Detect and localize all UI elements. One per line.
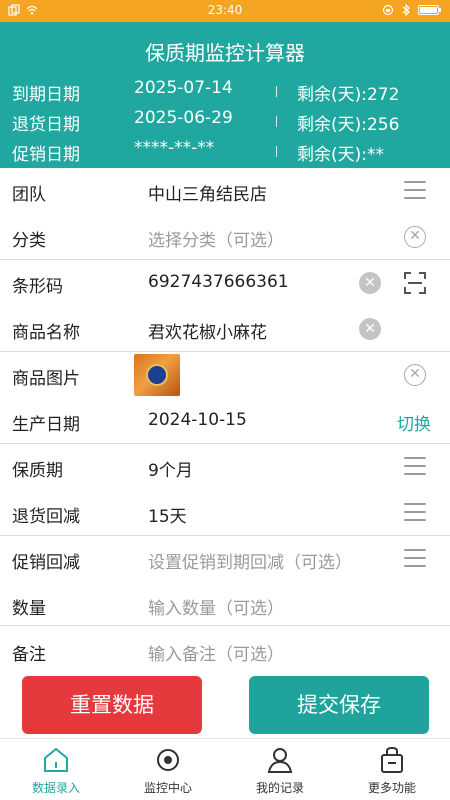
alarm-icon xyxy=(382,4,394,16)
row-separator xyxy=(276,146,277,157)
tab-label: 更多功能 xyxy=(367,781,416,795)
menu-icon[interactable] xyxy=(404,549,426,567)
target-icon xyxy=(157,749,179,771)
return-date-label: 退货日期 xyxy=(12,115,80,135)
menu-icon[interactable] xyxy=(404,181,426,199)
production-date-value[interactable]: 2024-10-15 xyxy=(148,410,247,430)
bluetooth-icon xyxy=(402,4,410,16)
expiry-date-label: 到期日期 xyxy=(12,85,80,105)
return-remaining: 剩余(天):256 xyxy=(297,115,400,135)
save-button[interactable]: 提交保存 xyxy=(249,676,429,734)
tab-label: 监控中心 xyxy=(143,781,192,795)
clear-icon[interactable]: ✕ xyxy=(404,226,426,248)
menu-icon[interactable] xyxy=(404,503,426,521)
battery-icon xyxy=(418,5,441,15)
product-image-row: 商品图片 ✕ xyxy=(0,352,450,398)
row-separator xyxy=(276,116,277,127)
category-label: 分类 xyxy=(12,231,46,251)
production-date-label: 生产日期 xyxy=(12,415,80,435)
barcode-row: 条形码 6927437666361 ✕ xyxy=(0,260,450,306)
remark-row: 备注 输入备注（可选） xyxy=(0,628,450,674)
expiry-remaining: 剩余(天):272 xyxy=(297,85,400,105)
divider xyxy=(0,625,450,626)
quantity-label: 数量 xyxy=(12,599,46,619)
remark-input[interactable]: 输入备注（可选） xyxy=(148,640,284,665)
status-bar: 23:40 xyxy=(0,0,450,22)
menu-icon[interactable] xyxy=(404,457,426,475)
category-select[interactable]: 选择分类（可选） xyxy=(148,226,284,251)
promo-reduce-row[interactable]: 促销回减 设置促销到期回减（可选） xyxy=(0,536,450,582)
bag-icon xyxy=(381,746,403,773)
expiry-date-value: 2025-07-14 xyxy=(134,78,233,98)
production-date-row: 生产日期 2024-10-15 切换 xyxy=(0,398,450,444)
return-date-row: 退货日期 2025-06-29 剩余(天):256 xyxy=(0,108,450,138)
summary-header: 保质期监控计算器 到期日期 2025-07-14 剩余(天):272 退货日期 … xyxy=(0,22,450,168)
team-label: 团队 xyxy=(12,185,46,205)
tab-label: 数据录入 xyxy=(31,781,80,795)
bottom-tab-bar: 数据录入 监控中心 我的记录 更多功能 xyxy=(0,738,450,800)
return-reduce-value[interactable]: 15天 xyxy=(148,502,187,527)
scan-icon[interactable] xyxy=(403,271,427,295)
tab-data-entry[interactable]: 数据录入 xyxy=(0,739,112,800)
promo-date-label: 促销日期 xyxy=(12,145,80,165)
expiry-date-row: 到期日期 2025-07-14 剩余(天):272 xyxy=(0,78,450,108)
page-title: 保质期监控计算器 xyxy=(145,41,305,65)
team-row[interactable]: 团队 中山三角结民店 xyxy=(0,168,450,214)
barcode-label: 条形码 xyxy=(12,277,63,297)
user-icon xyxy=(267,748,293,773)
promo-remaining: 剩余(天):** xyxy=(297,145,384,165)
shelf-life-value[interactable]: 9个月 xyxy=(148,456,193,481)
team-value[interactable]: 中山三角结民店 xyxy=(148,180,267,205)
promo-date-row: 促销日期 ****-**-** 剩余(天):** xyxy=(0,138,450,168)
status-right-icons xyxy=(382,4,442,16)
shelf-life-label: 保质期 xyxy=(12,461,63,481)
reset-button[interactable]: 重置数据 xyxy=(22,676,202,734)
product-image-label: 商品图片 xyxy=(12,369,80,389)
promo-reduce-select[interactable]: 设置促销到期回减（可选） xyxy=(148,548,352,573)
tab-label: 我的记录 xyxy=(255,781,304,795)
clear-image-icon[interactable]: ✕ xyxy=(404,364,426,386)
remark-label: 备注 xyxy=(12,645,46,665)
product-name-input[interactable]: 君欢花椒小麻花 xyxy=(148,318,267,343)
switch-button[interactable]: 切换 xyxy=(397,410,431,435)
barcode-input[interactable]: 6927437666361 xyxy=(148,272,289,292)
product-name-label: 商品名称 xyxy=(12,323,80,343)
tab-my-records[interactable]: 我的记录 xyxy=(224,739,336,800)
category-row[interactable]: 分类 选择分类（可选） ✕ xyxy=(0,214,450,260)
promo-date-value: ****-**-** xyxy=(134,138,215,158)
row-separator xyxy=(276,86,277,97)
return-reduce-label: 退货回减 xyxy=(12,507,80,527)
quantity-input[interactable]: 输入数量（可选） xyxy=(148,594,284,619)
home-icon xyxy=(44,747,68,772)
promo-reduce-label: 促销回减 xyxy=(12,553,80,573)
shelf-life-row[interactable]: 保质期 9个月 xyxy=(0,444,450,490)
clear-barcode-icon[interactable]: ✕ xyxy=(359,272,381,294)
return-date-value: 2025-06-29 xyxy=(134,108,233,128)
tab-more-features[interactable]: 更多功能 xyxy=(336,739,448,800)
quantity-row: 数量 输入数量（可选） xyxy=(0,582,450,628)
return-reduce-row[interactable]: 退货回减 15天 xyxy=(0,490,450,536)
product-thumbnail[interactable] xyxy=(134,354,180,396)
tab-monitor-center[interactable]: 监控中心 xyxy=(112,739,224,800)
product-name-row: 商品名称 君欢花椒小麻花 ✕ xyxy=(0,306,450,352)
clear-product-name-icon[interactable]: ✕ xyxy=(359,318,381,340)
